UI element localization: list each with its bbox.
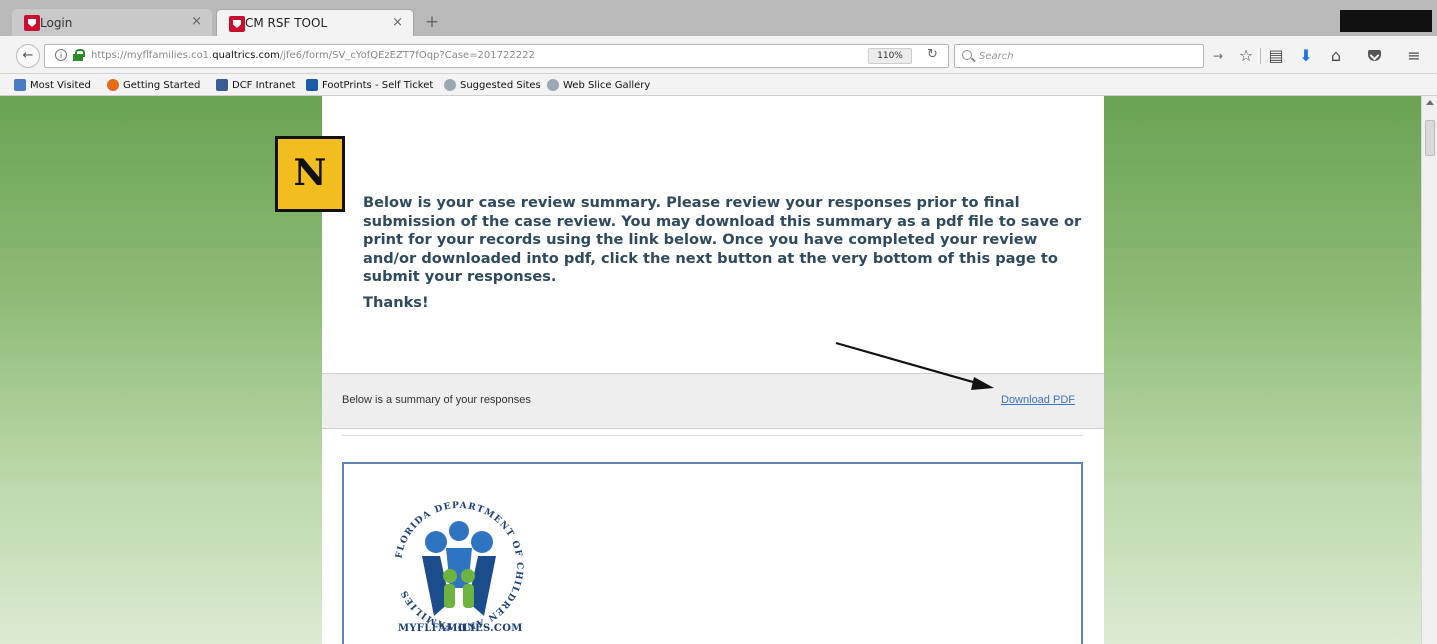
lock-icon[interactable] xyxy=(73,49,85,61)
scroll-up-arrow-icon[interactable] xyxy=(1426,100,1434,105)
bookmarks-bar: Most Visited Getting Started DCF Intrane… xyxy=(0,74,1437,96)
url-bar[interactable]: i https://myflfamilies.co1.qualtrics.com… xyxy=(44,44,949,68)
scroll-thumb[interactable] xyxy=(1425,120,1435,156)
qualtrics-favicon-icon xyxy=(229,16,245,32)
most-visited-icon xyxy=(14,79,26,91)
close-tab-icon[interactable]: × xyxy=(392,15,403,30)
tab-strip: Login × CM RSF TOOL × + xyxy=(0,0,1437,36)
dcf-seal-logo: FLORIDA DEPARTMENT OF CHILDREN AND FAMIL… xyxy=(394,501,522,631)
back-button[interactable]: ← xyxy=(16,44,40,68)
go-arrow-icon[interactable]: → xyxy=(1208,46,1228,66)
download-pdf-link[interactable]: Download PDF xyxy=(1001,394,1075,406)
thanks-text: Thanks! xyxy=(363,294,429,311)
bookmark-label: Suggested Sites xyxy=(460,79,541,91)
footprints-icon xyxy=(306,79,318,91)
divider xyxy=(342,435,1083,436)
firefox-icon xyxy=(107,79,119,91)
bookmark-footprints[interactable]: FootPrints - Self Ticket xyxy=(306,79,433,91)
bookmark-most-visited[interactable]: Most Visited xyxy=(14,79,91,91)
bookmark-label: Most Visited xyxy=(30,79,91,91)
globe-icon xyxy=(547,79,559,91)
download-icon[interactable]: ⬇ xyxy=(1296,46,1316,66)
reload-icon[interactable]: ↻ xyxy=(927,47,938,62)
close-tab-icon[interactable]: × xyxy=(191,14,202,29)
tab-login[interactable]: Login × xyxy=(12,9,212,36)
bookmark-dcf-intranet[interactable]: DCF Intranet xyxy=(216,79,295,91)
toolbar-separator xyxy=(1260,48,1261,64)
bookmark-label: Web Slice Gallery xyxy=(563,79,651,91)
intro-text: Below is your case review summary. Pleas… xyxy=(363,194,1082,286)
url-prefix: https://myflfamilies.co1. xyxy=(91,50,213,61)
reading-list-icon[interactable]: ▤ xyxy=(1266,46,1286,66)
star-icon[interactable]: ☆ xyxy=(1236,46,1256,66)
letter-logo: N xyxy=(275,136,345,212)
zoom-level[interactable]: 110% xyxy=(868,48,912,64)
search-box[interactable] xyxy=(954,44,1204,68)
back-icon: ← xyxy=(22,48,34,63)
tab-label: Login xyxy=(40,15,73,30)
info-icon[interactable]: i xyxy=(55,49,67,61)
bookmark-getting-started[interactable]: Getting Started xyxy=(107,79,200,91)
tab-label: CM RSF TOOL xyxy=(245,16,328,30)
menu-icon[interactable]: ≡ xyxy=(1404,46,1424,66)
redacted-area xyxy=(1340,10,1432,32)
seal-caption: MYFLFAMILIES.COM xyxy=(398,623,523,634)
globe-icon xyxy=(444,79,456,91)
page-scrollbar[interactable] xyxy=(1421,96,1437,644)
url-text[interactable]: https://myflfamilies.co1.qualtrics.com/j… xyxy=(91,50,535,61)
tab-cm-rsf-tool[interactable]: CM RSF TOOL × xyxy=(216,9,414,36)
summary-frame: FLORIDA DEPARTMENT OF CHILDREN AND FAMIL… xyxy=(342,462,1083,644)
search-input[interactable] xyxy=(979,48,1189,64)
new-tab-button[interactable]: + xyxy=(422,12,442,32)
url-path: /jfe6/form/SV_cYofQEzEZT7fOqp?Case=20172… xyxy=(279,50,535,61)
bookmark-suggested-sites[interactable]: Suggested Sites xyxy=(444,79,541,91)
bookmark-label: Getting Started xyxy=(123,79,201,91)
home-icon[interactable]: ⌂ xyxy=(1326,46,1346,66)
qualtrics-favicon-icon xyxy=(24,15,40,31)
summary-header: Below is a summary of your responses Dow… xyxy=(322,373,1104,429)
pocket-icon[interactable] xyxy=(1364,46,1384,66)
url-domain: qualtrics.com xyxy=(212,50,280,61)
dcf-icon xyxy=(216,79,228,91)
bookmark-label: FootPrints - Self Ticket xyxy=(322,79,434,91)
search-icon xyxy=(962,50,972,60)
bookmark-web-slice-gallery[interactable]: Web Slice Gallery xyxy=(547,79,650,91)
bookmark-label: DCF Intranet xyxy=(232,79,296,91)
summary-label: Below is a summary of your responses xyxy=(342,394,531,406)
